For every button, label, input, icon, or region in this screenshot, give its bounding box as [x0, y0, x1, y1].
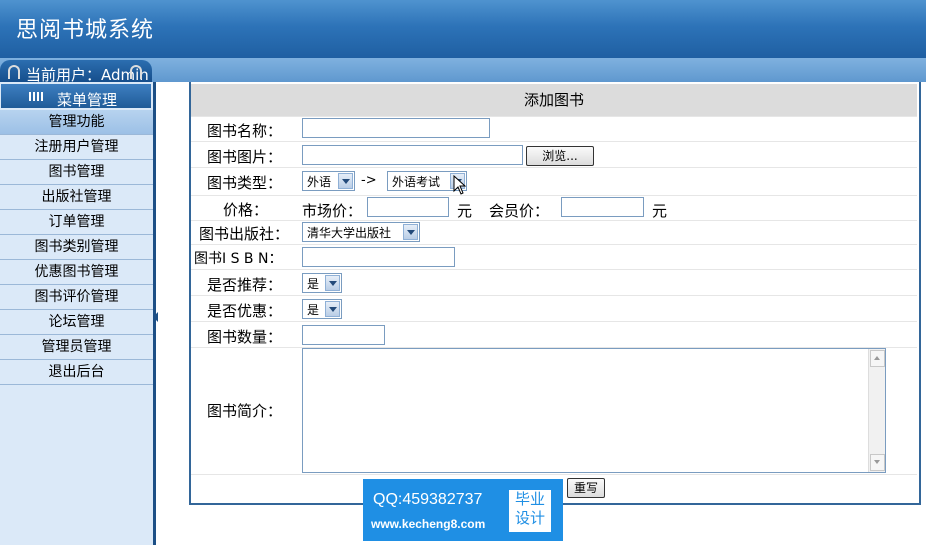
sidebar-item-admin-management[interactable]: 管理员管理: [0, 335, 153, 360]
sidebar-item-logout[interactable]: 退出后台: [0, 360, 153, 385]
discount-select[interactable]: 是: [302, 299, 342, 319]
sidebar-item-forum-management[interactable]: 论坛管理: [0, 310, 153, 335]
member-price-label: 会员价：: [489, 202, 550, 220]
form-row-publisher: 图书出版社： 清华大学出版社: [191, 220, 917, 245]
market-price-label: 市场价：: [302, 202, 363, 220]
type-arrow-text: ->: [361, 173, 377, 188]
market-price-input[interactable]: [367, 197, 449, 217]
chevron-down-icon: [338, 173, 353, 189]
chevron-down-icon: [325, 275, 340, 291]
add-book-form: 添加图书 图书名称： 图书图片： 浏览... 图书类型： 外语 -> 外语考试 …: [189, 82, 921, 505]
browse-button[interactable]: 浏览...: [526, 146, 594, 166]
watermark-badge: 毕业设计: [509, 490, 551, 532]
sidebar-item-order-management[interactable]: 订单管理: [0, 210, 153, 235]
app-title: 思阅书城系统: [16, 18, 155, 43]
current-user-box: 当前用户：Admin: [0, 60, 152, 84]
scroll-up-icon[interactable]: [870, 350, 885, 367]
sidebar-item-discount-management[interactable]: 优惠图书管理: [0, 260, 153, 285]
book-type-label: 图书类型：: [207, 174, 283, 192]
publisher-label: 图书出版社：: [199, 225, 290, 243]
isbn-input[interactable]: [302, 247, 455, 267]
form-row-quantity: 图书数量：: [191, 321, 917, 348]
sidebar-item-category-management[interactable]: 图书类别管理: [0, 235, 153, 260]
intro-textarea[interactable]: [302, 348, 886, 473]
mouse-cursor-icon: [453, 175, 467, 195]
discount-label: 是否优惠：: [207, 302, 283, 320]
publisher-select[interactable]: 清华大学出版社: [302, 222, 420, 242]
sidebar-item-book-management[interactable]: 图书管理: [0, 160, 153, 185]
form-row-isbn: 图书I S B N：: [191, 244, 917, 270]
type-secondary-value: 外语考试: [392, 175, 441, 189]
sidebar-item-review-management[interactable]: 图书评价管理: [0, 285, 153, 310]
quantity-input[interactable]: [302, 325, 385, 345]
menu-grid-icon: [29, 92, 43, 101]
watermark-url: www.kecheng8.com: [371, 517, 486, 531]
form-row-price: 价格： 市场价： 元 会员价： 元: [191, 195, 917, 221]
form-row-image: 图书图片： 浏览...: [191, 141, 917, 168]
form-row-name: 图书名称：: [191, 116, 917, 142]
recommend-label: 是否推荐：: [207, 276, 283, 294]
book-name-label: 图书名称：: [207, 122, 283, 140]
top-banner: 思阅书城系统: [0, 0, 926, 58]
type-primary-value: 外语: [307, 175, 332, 189]
sidebar-item-user-management[interactable]: 注册用户管理: [0, 135, 153, 160]
sidebar: 菜单管理 管理功能 注册用户管理 图书管理 出版社管理 订单管理 图书类别管理 …: [0, 82, 156, 545]
form-row-type: 图书类型： 外语 -> 外语考试: [191, 167, 917, 196]
book-name-input[interactable]: [302, 118, 490, 138]
watermark-qq: QQ:459382737: [373, 491, 483, 508]
book-image-label: 图书图片：: [207, 148, 283, 166]
member-price-input[interactable]: [561, 197, 644, 217]
market-price-unit: 元: [457, 202, 473, 220]
sidebar-menu: 管理功能 注册用户管理 图书管理 出版社管理 订单管理 图书类别管理 优惠图书管…: [0, 110, 153, 385]
form-row-discount: 是否优惠： 是: [191, 295, 917, 322]
recommend-value: 是: [307, 277, 320, 291]
menu-header: 菜单管理: [1, 84, 151, 109]
price-label: 价格：: [223, 201, 269, 219]
sidebar-item-publisher-management[interactable]: 出版社管理: [0, 185, 153, 210]
menu-header-label: 菜单管理: [57, 91, 118, 109]
watermark-banner: QQ:459382737 www.kecheng8.com 毕业设计: [363, 479, 563, 541]
chevron-down-icon: [403, 224, 418, 240]
member-price-unit: 元: [652, 202, 668, 220]
discount-value: 是: [307, 303, 320, 317]
type-primary-select[interactable]: 外语: [302, 171, 355, 191]
collapse-arrow-icon[interactable]: [153, 312, 158, 322]
quantity-label: 图书数量：: [207, 328, 283, 346]
isbn-label: 图书I S B N：: [194, 251, 283, 267]
reset-button[interactable]: 重写: [567, 478, 605, 498]
pin-icon: [8, 65, 20, 79]
book-image-file-input[interactable]: [302, 145, 523, 165]
form-row-recommend: 是否推荐： 是: [191, 269, 917, 296]
publisher-value: 清华大学出版社: [307, 226, 392, 240]
chevron-down-icon: [325, 301, 340, 317]
pin-icon: [130, 65, 142, 79]
scroll-down-icon[interactable]: [870, 454, 885, 471]
intro-label: 图书简介：: [207, 402, 283, 420]
form-title: 添加图书: [191, 84, 917, 116]
textarea-scrollbar[interactable]: [868, 349, 885, 472]
recommend-select[interactable]: 是: [302, 273, 342, 293]
sidebar-section-header: 管理功能: [0, 110, 153, 135]
